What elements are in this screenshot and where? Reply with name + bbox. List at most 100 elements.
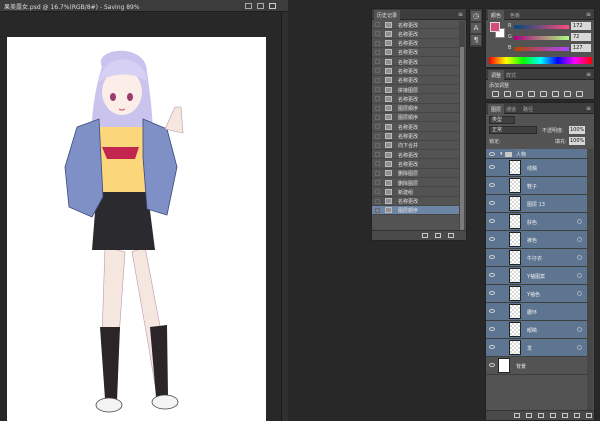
- history-item[interactable]: 名称更改: [372, 57, 460, 67]
- curves-icon[interactable]: [516, 91, 523, 97]
- layer-row[interactable]: 眼睛: [486, 321, 588, 339]
- visibility-eye-icon[interactable]: [489, 291, 495, 295]
- history-item[interactable]: 名称更改: [372, 76, 460, 86]
- history-item[interactable]: 新建组: [372, 187, 460, 197]
- history-brush-source-checkbox[interactable]: [375, 22, 380, 27]
- black-white-icon[interactable]: [576, 91, 583, 97]
- color-spectrum[interactable]: [489, 57, 592, 64]
- history-item[interactable]: 名称更改: [372, 150, 460, 160]
- layer-name[interactable]: Y袖图案: [527, 273, 545, 280]
- history-brush-source-checkbox[interactable]: [375, 96, 380, 102]
- adjustments-tab[interactable]: 调整: [488, 70, 505, 80]
- layer-row[interactable]: 图层 13: [486, 195, 588, 213]
- snapshot-doc-icon[interactable]: [422, 233, 428, 238]
- history-brush-source-checkbox[interactable]: [375, 161, 380, 167]
- visibility-eye-icon[interactable]: [489, 165, 495, 169]
- layer-row[interactable]: 发: [486, 339, 588, 357]
- panel-menu-icon[interactable]: ≡: [586, 11, 591, 18]
- layer-row[interactable]: Y袖图案: [486, 267, 588, 285]
- history-item[interactable]: 名称更改: [372, 39, 460, 48]
- layer-row[interactable]: 鞋子: [486, 177, 588, 195]
- visibility-eye-icon[interactable]: [489, 255, 495, 259]
- visibility-eye-icon[interactable]: [489, 152, 495, 156]
- history-tab[interactable]: 历史记录: [374, 10, 401, 20]
- layer-style-icon[interactable]: [577, 345, 582, 350]
- new-group-icon[interactable]: [562, 413, 568, 418]
- layer-name[interactable]: 眼睛: [527, 327, 537, 334]
- visibility-eye-icon[interactable]: [489, 219, 495, 223]
- group-expand-icon[interactable]: ▾: [500, 151, 503, 157]
- history-brush-source-checkbox[interactable]: [375, 207, 380, 213]
- document-tab[interactable]: 果美露女.psd @ 16.7%(RGB/8#) - Saving 89%: [0, 0, 288, 12]
- visibility-eye-icon[interactable]: [489, 237, 495, 241]
- layer-name[interactable]: 背景: [516, 363, 526, 370]
- channels-tab[interactable]: 通道: [506, 106, 516, 113]
- visibility-eye-icon[interactable]: [489, 309, 495, 313]
- layer-style-icon[interactable]: [577, 219, 582, 224]
- canvas-area[interactable]: [0, 12, 288, 421]
- visibility-eye-icon[interactable]: [489, 345, 495, 349]
- maximize-button[interactable]: [257, 3, 264, 9]
- styles-tab[interactable]: 样式: [506, 72, 516, 79]
- visibility-eye-icon[interactable]: [489, 327, 495, 331]
- history-brush-source-checkbox[interactable]: [375, 40, 380, 46]
- blend-mode-select[interactable]: 正常: [489, 126, 537, 134]
- new-layer-icon[interactable]: [574, 413, 580, 418]
- history-item[interactable]: 删除图层: [372, 169, 460, 179]
- fx-icon[interactable]: [526, 413, 532, 418]
- panel-menu-icon[interactable]: ≡: [586, 105, 591, 112]
- exposure-icon[interactable]: [528, 91, 535, 97]
- layers-tab[interactable]: 图层: [488, 104, 505, 114]
- channel-value-input[interactable]: 172: [571, 22, 591, 30]
- history-item[interactable]: 名称更改: [372, 48, 460, 58]
- history-brush-source-checkbox[interactable]: [375, 68, 380, 74]
- history-item[interactable]: 图层顺序: [372, 205, 460, 216]
- history-item[interactable]: 向下合并: [372, 141, 460, 151]
- mask-icon[interactable]: [538, 413, 544, 418]
- channel-slider-b[interactable]: B 127: [508, 44, 594, 53]
- trash-icon[interactable]: [586, 413, 592, 418]
- layer-style-icon[interactable]: [577, 273, 582, 278]
- visibility-eye-icon[interactable]: [489, 273, 495, 277]
- layer-style-icon[interactable]: [577, 291, 582, 296]
- layer-name[interactable]: 腰环: [527, 309, 537, 316]
- layer-name[interactable]: 裤色: [527, 237, 537, 244]
- color-tab[interactable]: 颜色: [488, 10, 505, 20]
- history-brush-source-checkbox[interactable]: [375, 180, 380, 186]
- channel-slider-r[interactable]: R 172: [508, 22, 594, 31]
- layer-name[interactable]: 肤色: [527, 219, 537, 226]
- foreground-color-swatch[interactable]: [490, 22, 500, 32]
- history-brush-source-checkbox[interactable]: [375, 198, 380, 204]
- layer-row[interactable]: 线稿: [486, 159, 588, 177]
- visibility-eye-icon[interactable]: [489, 201, 495, 205]
- history-brush-source-checkbox[interactable]: [375, 49, 380, 55]
- history-item[interactable]: 名称更改: [372, 122, 460, 132]
- layer-name[interactable]: 发: [527, 345, 532, 352]
- channel-value-input[interactable]: 72: [571, 33, 591, 41]
- history-scrollbar[interactable]: [459, 21, 465, 233]
- channel-value-input[interactable]: 127: [571, 44, 591, 52]
- history-item[interactable]: 名称更改: [372, 20, 460, 30]
- adjustment-layer-icon[interactable]: [550, 413, 556, 418]
- history-item[interactable]: 名称更改: [372, 197, 460, 206]
- paragraph-icon[interactable]: ¶: [471, 35, 481, 45]
- history-brush-source-checkbox[interactable]: [375, 114, 380, 120]
- swatches-tab[interactable]: 色板: [510, 12, 520, 19]
- panel-menu-icon[interactable]: ≡: [586, 71, 591, 78]
- panel-menu-icon[interactable]: ≡: [458, 11, 463, 18]
- history-brush-source-checkbox[interactable]: [375, 170, 380, 176]
- character-icon[interactable]: A: [471, 23, 481, 33]
- layer-row[interactable]: 裤色: [486, 231, 588, 249]
- camera-icon[interactable]: [435, 233, 441, 238]
- color-balance-icon[interactable]: [564, 91, 571, 97]
- trash-icon[interactable]: [448, 233, 454, 238]
- history-item[interactable]: 名称更改: [372, 159, 460, 169]
- opacity-input[interactable]: 100%: [569, 126, 585, 134]
- background-layer-row[interactable]: 背景: [486, 357, 588, 375]
- history-brush-source-checkbox[interactable]: [375, 87, 380, 93]
- close-button[interactable]: [269, 3, 276, 9]
- layer-name[interactable]: 线稿: [527, 165, 537, 172]
- history-brush-source-checkbox[interactable]: [375, 124, 380, 130]
- brightness-icon[interactable]: [492, 91, 499, 97]
- paths-tab[interactable]: 路径: [523, 106, 533, 113]
